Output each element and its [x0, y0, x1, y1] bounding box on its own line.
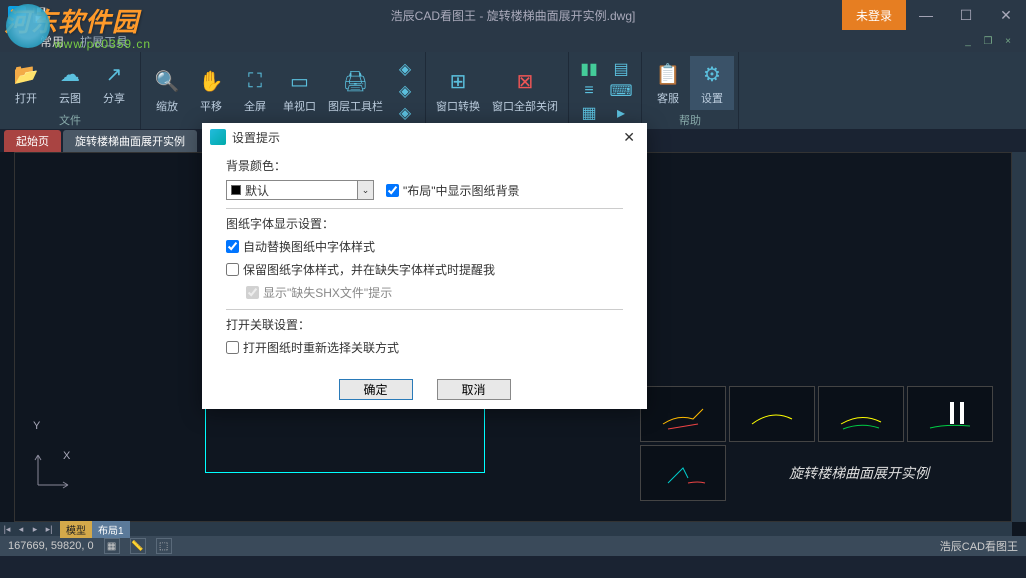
ribbon-group-label-file: 文件	[4, 110, 136, 130]
zoom-icon: 🔍	[153, 68, 181, 96]
scroll-prev-icon[interactable]: ◂	[14, 522, 28, 536]
tab-start[interactable]: 起始页	[4, 130, 61, 152]
settings-dialog: 设置提示 ✕ 背景颜色： 默认 ⌄ "布局"中显示图纸背景 图纸字体显示设置： …	[202, 123, 647, 409]
layout-bg-checkbox[interactable]: "布局"中显示图纸背景	[386, 182, 520, 199]
support-icon: 📋	[654, 60, 682, 88]
tab-model[interactable]: 模型	[60, 521, 92, 538]
menu-common[interactable]: 常用	[40, 33, 64, 50]
misc-icon[interactable]: ▦	[579, 104, 599, 122]
login-button[interactable]: 未登录	[842, 0, 906, 30]
pan-icon: ✋	[197, 68, 225, 96]
font-shx-checkbox: 显示"缺失SHX文件"提示	[246, 284, 392, 301]
ribbon-open[interactable]: 📂 打开	[4, 56, 48, 110]
font-auto-checkbox[interactable]: 自动替换图纸中字体样式	[226, 238, 375, 255]
save-icon[interactable]: 💾	[32, 7, 49, 24]
thumbnail[interactable]	[640, 445, 726, 501]
ribbon: 📂 打开 ☁ 云图 ↗ 分享 文件 🔍 缩放 ✋ 平移	[0, 52, 1026, 130]
gear-icon: ⚙	[698, 60, 726, 88]
ribbon-pan[interactable]: ✋ 平移	[189, 56, 233, 125]
thumbnail[interactable]	[907, 386, 993, 442]
status-coords: 167669, 59820, 0	[8, 540, 94, 552]
share-icon: ↗	[100, 60, 128, 88]
doc-icon[interactable]: ▤	[611, 60, 631, 78]
ribbon-support[interactable]: 📋 客服	[646, 56, 690, 110]
scroll-first-icon[interactable]: |◂	[0, 522, 14, 536]
cancel-button[interactable]: 取消	[437, 379, 511, 400]
layer-small-2-icon[interactable]: ◈	[395, 82, 415, 100]
maximize-button[interactable]: ☐	[946, 0, 986, 30]
tab-layout1[interactable]: 布局1	[92, 521, 130, 538]
align-icon[interactable]: ≡	[579, 82, 599, 100]
chevron-down-icon[interactable]: ⌄	[357, 181, 373, 199]
assoc-label: 打开关联设置：	[226, 316, 623, 333]
bg-color-select[interactable]: 默认 ⌄	[226, 180, 374, 200]
window-switch-icon: ⊞	[444, 68, 472, 96]
app-icon	[8, 6, 26, 24]
mini-close-icon[interactable]: ×	[1000, 34, 1016, 48]
ok-button[interactable]: 确定	[339, 379, 413, 400]
ribbon-viewport[interactable]: ▭ 单视口	[277, 56, 322, 125]
dialog-app-icon	[210, 129, 226, 145]
menubar: 常用 扩展工具 _ ❐ ×	[0, 30, 1026, 52]
thumbnail-title: 旋转楼梯曲面展开实例	[729, 445, 989, 501]
scrollbar-horizontal[interactable]: |◂ ◂ ▸ ▸| 模型 布局1	[0, 522, 1012, 536]
ribbon-cloud[interactable]: ☁ 云图	[48, 56, 92, 110]
bg-color-label: 背景颜色：	[226, 157, 623, 174]
mini-restore-icon[interactable]: ❐	[980, 34, 996, 48]
folder-open-icon: 📂	[12, 60, 40, 88]
layer-small-3-icon[interactable]: ◈	[395, 104, 415, 122]
viewport-icon: ▭	[286, 68, 314, 96]
dialog-close-button[interactable]: ✕	[619, 129, 639, 146]
key-icon[interactable]: ⌨	[611, 82, 631, 100]
layer-small-1-icon[interactable]: ◈	[395, 60, 415, 78]
window-close-icon: ⊠	[511, 68, 539, 96]
layers-icon: 🖨	[342, 68, 370, 96]
titlebar: 💾 浩辰CAD看图王 - 旋转楼梯曲面展开实例.dwg] 未登录 — ☐ ✕	[0, 0, 1026, 30]
window-title: 浩辰CAD看图王 - 旋转楼梯曲面展开实例.dwg]	[391, 7, 636, 24]
pause-icon[interactable]: ▮▮	[579, 60, 599, 78]
dialog-title-text: 设置提示	[232, 129, 280, 146]
ribbon-win-close[interactable]: ⊠ 窗口全部关闭	[486, 56, 564, 125]
assoc-checkbox[interactable]: 打开图纸时重新选择关联方式	[226, 339, 399, 356]
cloud-icon: ☁	[56, 60, 84, 88]
scrollbar-vertical[interactable]	[1012, 152, 1026, 522]
thumbnail[interactable]	[818, 386, 904, 442]
ribbon-zoom[interactable]: 🔍 缩放	[145, 56, 189, 125]
ribbon-settings[interactable]: ⚙ 设置	[690, 56, 734, 110]
mini-min-icon[interactable]: _	[960, 34, 976, 48]
status-grid-icon[interactable]: ▦	[104, 538, 120, 554]
status-box-icon[interactable]: ⬚	[156, 538, 172, 554]
menu-ext[interactable]: 扩展工具	[80, 33, 128, 50]
font-settings-label: 图纸字体显示设置：	[226, 215, 623, 232]
dialog-titlebar[interactable]: 设置提示 ✕	[202, 123, 647, 151]
fullscreen-icon: ⛶	[241, 68, 269, 96]
scroll-last-icon[interactable]: ▸|	[42, 522, 56, 536]
font-keep-checkbox[interactable]: 保留图纸字体样式，并在缺失字体样式时提醒我	[226, 261, 495, 278]
ribbon-group-label-help: 帮助	[646, 110, 734, 130]
ribbon-win-switch[interactable]: ⊞ 窗口转换	[430, 56, 486, 125]
ribbon-share[interactable]: ↗ 分享	[92, 56, 136, 110]
status-brand: 浩辰CAD看图王	[940, 538, 1018, 554]
thumbnail[interactable]	[640, 386, 726, 442]
ribbon-fullscreen[interactable]: ⛶ 全屏	[233, 56, 277, 125]
arrow-icon[interactable]: ▸	[611, 104, 631, 122]
thumbnails-panel: 旋转楼梯曲面展开实例	[640, 386, 993, 501]
ucs-icon: Y X	[33, 450, 73, 493]
ribbon-layers[interactable]: 🖨 图层工具栏	[322, 56, 389, 125]
close-button[interactable]: ✕	[986, 0, 1026, 30]
scroll-next-icon[interactable]: ▸	[28, 522, 42, 536]
tab-document[interactable]: 旋转楼梯曲面展开实例	[63, 130, 197, 152]
status-ruler-icon[interactable]: 📏	[130, 538, 146, 554]
minimize-button[interactable]: —	[906, 0, 946, 30]
statusbar: 167669, 59820, 0 ▦ 📏 ⬚ 浩辰CAD看图王	[0, 536, 1026, 556]
thumbnail[interactable]	[729, 386, 815, 442]
